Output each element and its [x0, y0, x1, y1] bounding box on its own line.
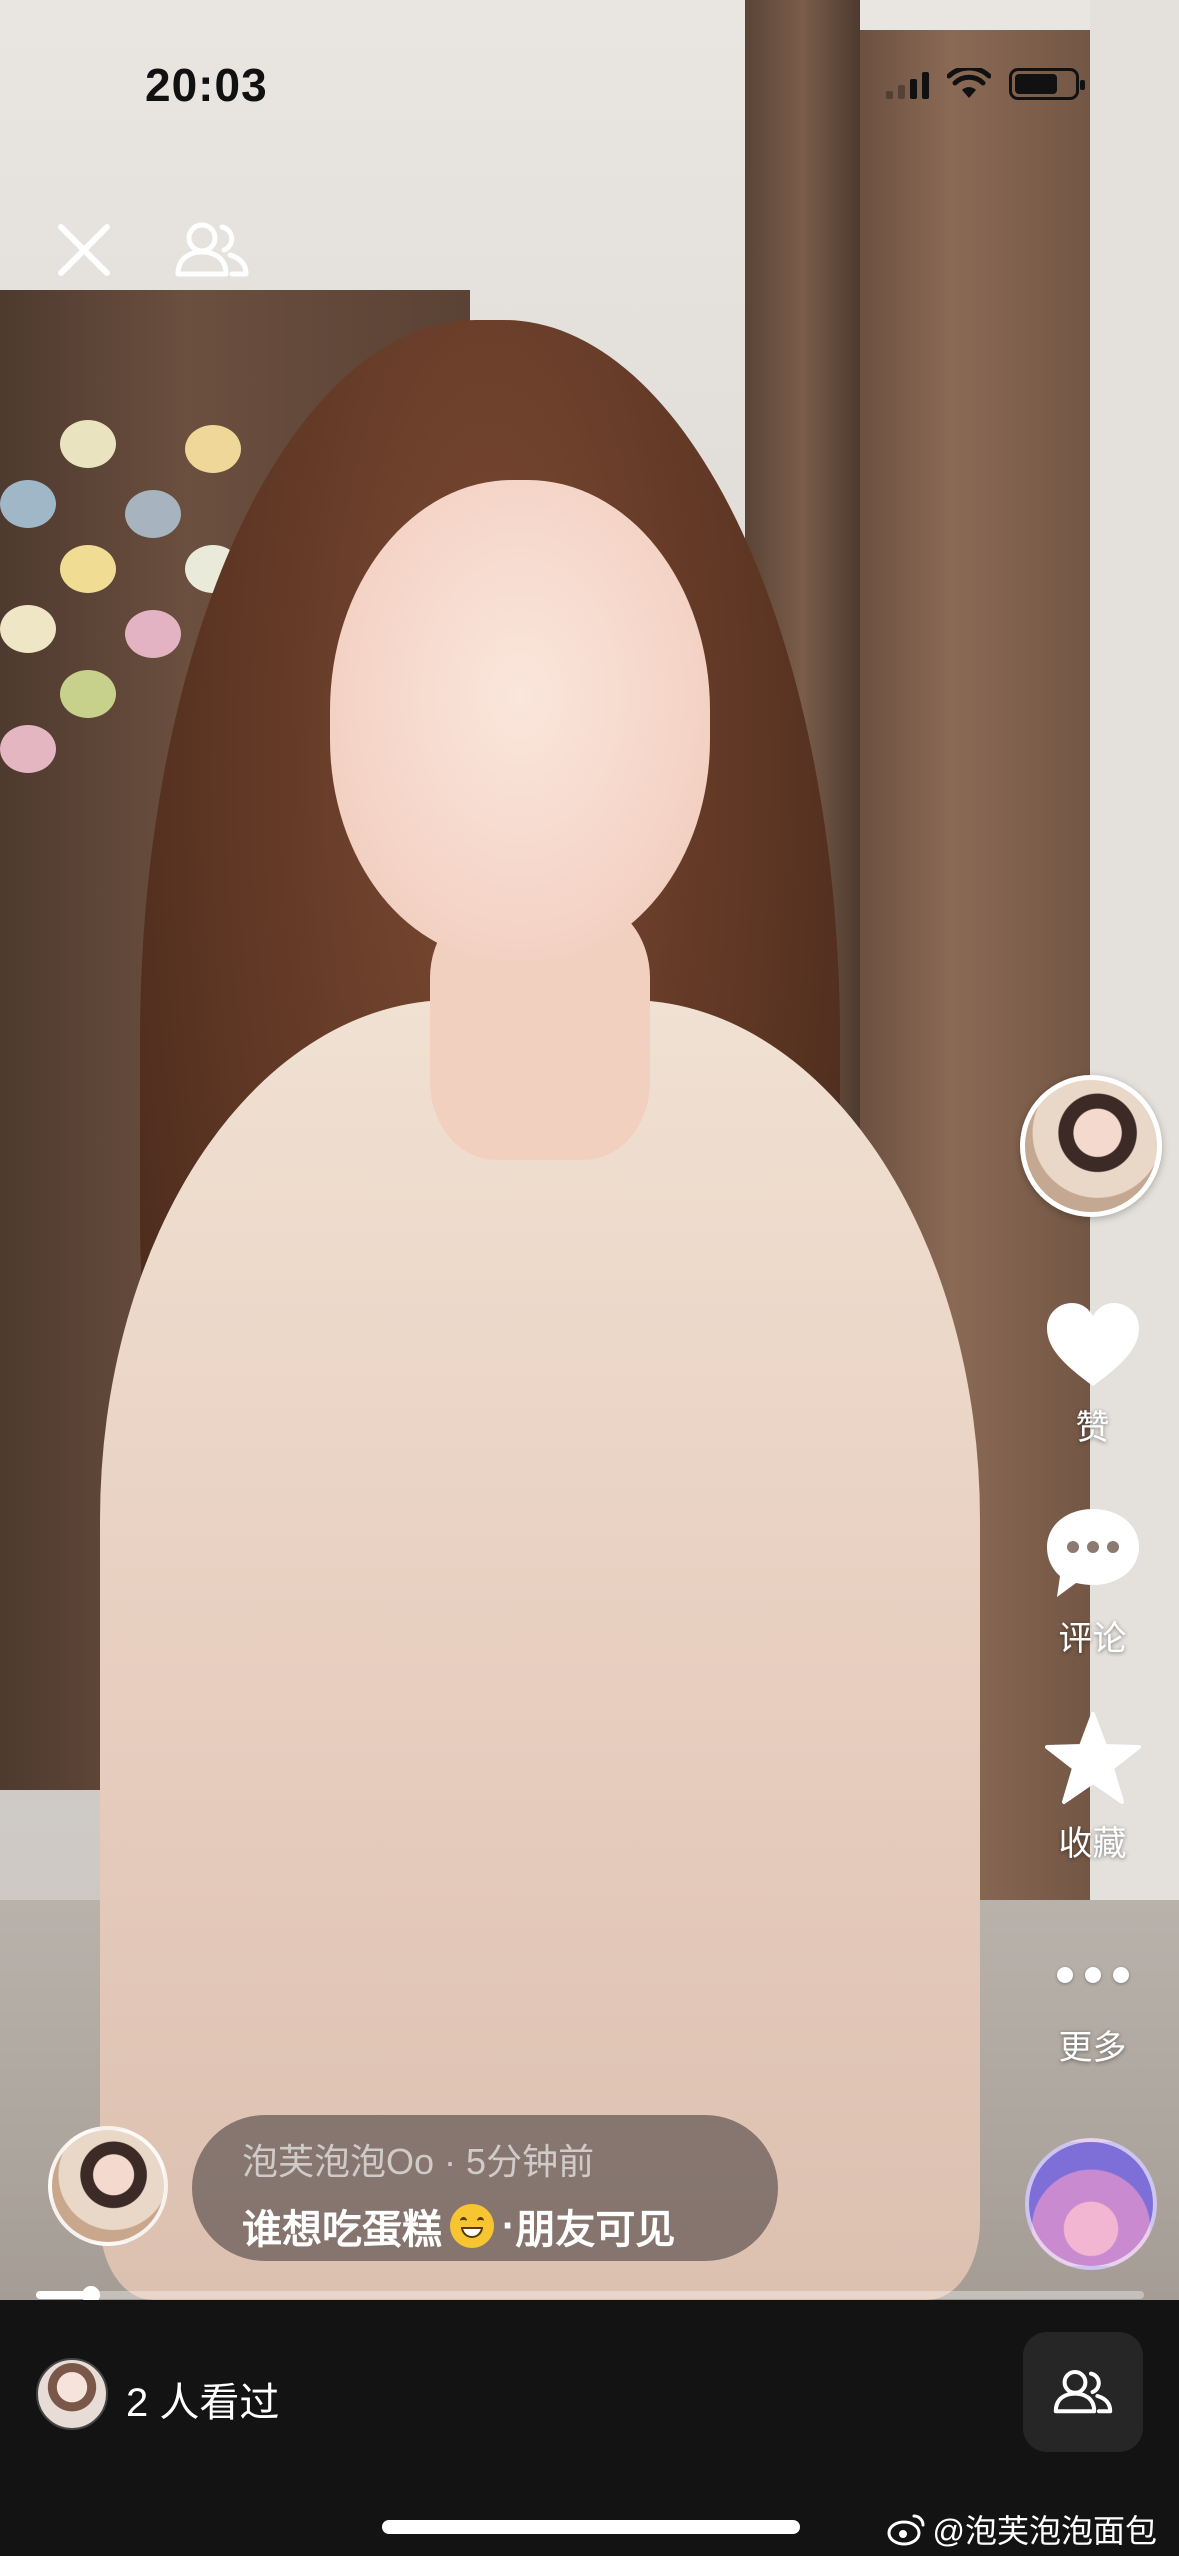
- watermark: @泡芙泡泡面包: [887, 2506, 1158, 2552]
- author-name: 泡芙泡泡Oo: [242, 2141, 435, 2182]
- cellular-signal-icon: [886, 69, 929, 99]
- music-disc[interactable]: [1025, 2138, 1157, 2270]
- friends-icon: [1053, 2370, 1113, 2414]
- friends-visible-button[interactable]: [172, 210, 252, 290]
- comment-button[interactable]: 评论: [1030, 1505, 1155, 1660]
- like-button[interactable]: 赞: [1030, 1300, 1155, 1449]
- like-label: 赞: [1075, 1409, 1110, 1447]
- close-button[interactable]: [44, 210, 124, 290]
- friends-icon: [175, 222, 249, 277]
- visibility-label: 朋友可见: [515, 2208, 676, 2252]
- comment-icon: [1046, 1509, 1139, 1597]
- favorite-button[interactable]: 收藏: [1030, 1710, 1155, 1865]
- author-profile-avatar[interactable]: [1020, 1075, 1162, 1217]
- home-indicator[interactable]: [382, 2520, 800, 2534]
- post-time: 5分钟前: [466, 2141, 595, 2182]
- status-icons: [886, 68, 1085, 100]
- heart-icon: [1046, 1303, 1139, 1386]
- viewer-avatar[interactable]: [36, 2358, 108, 2430]
- wifi-icon: [947, 68, 991, 98]
- bottom-bar: 2 人看过 @泡芙泡泡面包: [0, 2300, 1179, 2556]
- grinning-emoji-icon: [450, 2204, 494, 2248]
- caption-bubble[interactable]: 泡芙泡泡Oo · 5分钟前 谁想吃蛋糕 · 朋友可见: [192, 2115, 778, 2261]
- viewers-count[interactable]: 2 人看过: [126, 2370, 279, 2428]
- close-icon: [58, 224, 110, 276]
- favorite-label: 收藏: [1058, 1825, 1127, 1863]
- playback-progress[interactable]: [36, 2286, 1144, 2304]
- meta-separator: ·: [444, 2141, 467, 2182]
- star-icon: [1044, 1712, 1141, 1804]
- more-dots-icon: [1056, 1940, 1129, 2010]
- visibility-separator: ·: [502, 2203, 516, 2248]
- caption-content: 谁想吃蛋糕: [242, 2208, 442, 2252]
- watermark-text: @泡芙泡泡面包: [932, 2513, 1158, 2549]
- battery-icon: [1009, 68, 1085, 100]
- post-meta: 泡芙泡泡Oo · 5分钟前: [242, 2133, 778, 2185]
- comment-label: 评论: [1058, 1620, 1127, 1658]
- more-button[interactable]: 更多: [1030, 1940, 1155, 2069]
- caption-text: 谁想吃蛋糕 · 朋友可见: [242, 2197, 778, 2255]
- person-dress: [100, 1000, 980, 2300]
- story-viewer: 20:03 赞 评论 收藏 更多 泡芙泡泡Oo · 5分钟前 谁想吃蛋糕 · 朋…: [0, 0, 1179, 2556]
- author-avatar[interactable]: [48, 2126, 168, 2246]
- more-label: 更多: [1058, 2029, 1127, 2067]
- status-time: 20:03: [145, 59, 268, 111]
- weibo-logo-icon: [887, 2514, 924, 2546]
- share-friends-button[interactable]: [1023, 2332, 1143, 2452]
- person-face: [330, 480, 710, 960]
